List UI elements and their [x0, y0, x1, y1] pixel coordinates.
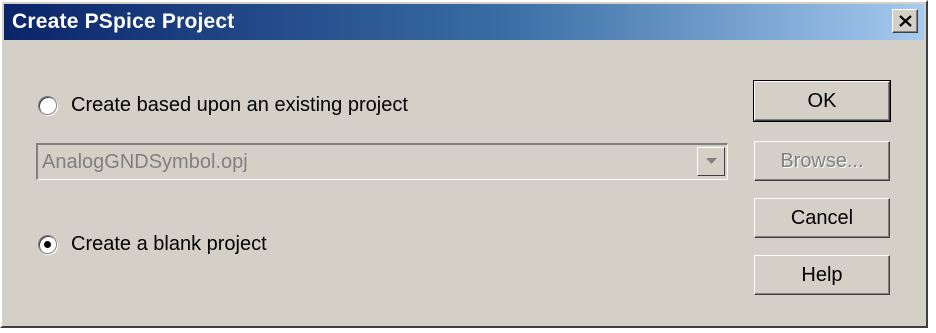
project-combo-dropdown[interactable] — [697, 147, 725, 176]
browse-button[interactable]: Browse... — [754, 141, 890, 181]
existing-project-label: Create based upon an existing project — [71, 94, 408, 116]
create-pspice-project-dialog: Create PSpice Project Create based upon … — [0, 0, 928, 328]
title-bar: Create PSpice Project — [4, 4, 924, 40]
help-button[interactable]: Help — [754, 255, 890, 295]
existing-project-radio[interactable] — [38, 96, 57, 115]
project-combo-value: AnalogGNDSymbol.opj — [42, 151, 248, 173]
close-button[interactable] — [892, 9, 918, 33]
ok-button[interactable]: OK — [753, 80, 891, 122]
cancel-button[interactable]: Cancel — [754, 198, 890, 238]
blank-project-option[interactable]: Create a blank project — [38, 233, 267, 256]
chevron-down-icon — [706, 158, 717, 164]
existing-project-option[interactable]: Create based upon an existing project — [38, 94, 408, 117]
close-icon — [899, 15, 912, 27]
blank-project-radio[interactable] — [38, 235, 57, 254]
dialog-title: Create PSpice Project — [12, 10, 235, 33]
project-combo[interactable]: AnalogGNDSymbol.opj — [36, 143, 728, 180]
blank-project-label: Create a blank project — [71, 233, 267, 255]
radio-selected-dot — [44, 241, 51, 248]
